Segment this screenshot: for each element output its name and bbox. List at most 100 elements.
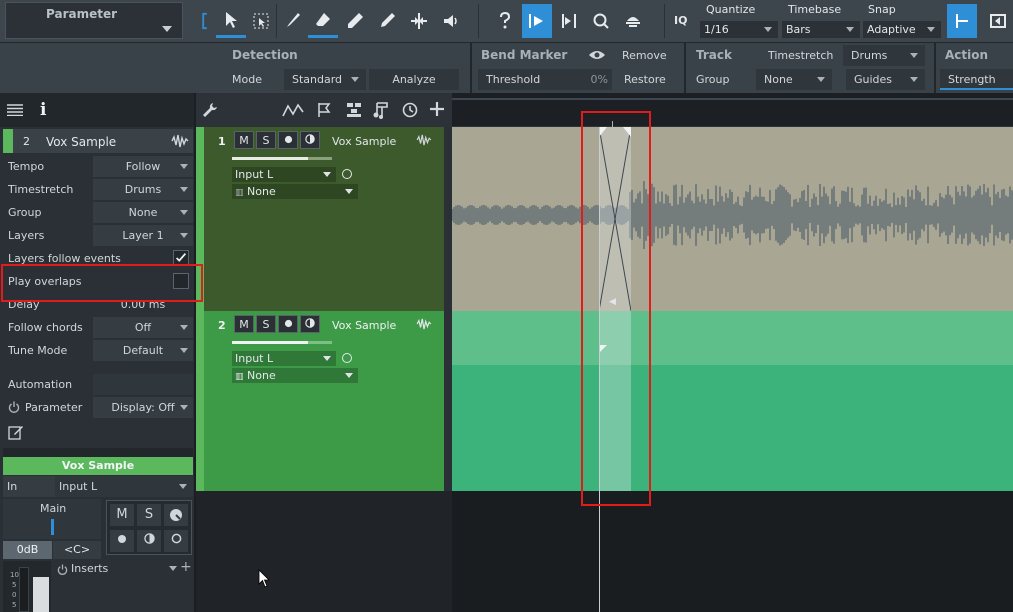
power-icon[interactable] (8, 401, 20, 413)
arranger-icon[interactable] (346, 102, 362, 118)
channel-input-select[interactable]: Input L (55, 476, 193, 497)
menu-icon[interactable] (7, 104, 23, 117)
channel-record-button[interactable] (110, 530, 134, 552)
range-tool-button[interactable] (246, 4, 276, 38)
snap-toggle-button[interactable] (947, 4, 977, 38)
track-2-output-select[interactable]: ▥ None (232, 368, 358, 383)
track-1-mute-button[interactable]: M (234, 131, 254, 149)
track-1-volume-bar[interactable] (232, 157, 332, 160)
tune-mode-select[interactable]: Default (93, 340, 193, 361)
listen-tool-button[interactable] (436, 4, 466, 38)
eraser-tool-button[interactable] (308, 4, 338, 38)
zoom-button[interactable] (586, 4, 616, 38)
bend-marker-tool-button[interactable] (404, 4, 434, 38)
track-2-lane[interactable] (451, 311, 1013, 491)
output-main[interactable]: Main (3, 499, 101, 539)
follow-chords-select[interactable]: Off (93, 317, 193, 338)
timebase-value: Bars (786, 23, 811, 36)
track-2-solo-button[interactable]: S (256, 315, 276, 333)
tempo-select[interactable]: Follow (93, 156, 193, 177)
inserts-chevron-icon[interactable] (169, 566, 177, 571)
strength-field[interactable]: Strength (940, 69, 1013, 90)
track-1-lane[interactable] (451, 127, 1013, 311)
quantize-select[interactable]: 1/16 (700, 21, 778, 38)
channel-solo-button[interactable]: S (137, 504, 161, 526)
bend-tool-button[interactable] (372, 4, 402, 38)
track-1-solo-button[interactable]: S (256, 131, 276, 149)
arrow-tool-button[interactable] (216, 4, 246, 38)
info-icon[interactable]: i (40, 100, 46, 120)
track-1-input-select[interactable]: Input L (232, 167, 336, 182)
restore-button[interactable]: Restore (624, 73, 666, 86)
automation-field[interactable] (93, 374, 193, 395)
hat-icon (626, 17, 640, 27)
timestretch-row-select[interactable]: Drums (93, 179, 193, 200)
inspector-header: i (0, 93, 194, 127)
edit-notes-icon[interactable] (8, 424, 24, 440)
snap-select[interactable]: Adaptive (863, 21, 941, 38)
track-1-header[interactable]: 1 M S Vox Sample Input L ▥ None (204, 127, 444, 311)
transient-button[interactable] (554, 4, 584, 38)
track-1-monitor-ring-icon[interactable] (342, 169, 352, 179)
track-2-input-select[interactable]: Input L (232, 351, 336, 366)
timebase-label: Timebase (788, 3, 842, 16)
wrench-icon[interactable] (202, 102, 218, 118)
layers-select[interactable]: Layer 1 (93, 225, 193, 246)
timestretch-select[interactable]: Drums (843, 45, 925, 66)
automation-display-select[interactable]: Display: Off (93, 397, 193, 418)
chord-track-icon[interactable] (372, 101, 390, 119)
layers-row: Layers Layer 1 (3, 224, 193, 247)
automation-icon[interactable] (282, 102, 304, 118)
channel-monitor-button[interactable] (137, 530, 161, 552)
volume-readout[interactable]: 0dB (3, 541, 52, 559)
pan-readout[interactable]: <C> (53, 541, 101, 559)
inserts-power-icon[interactable] (57, 564, 68, 575)
chevron-down-icon (162, 26, 172, 32)
eye-icon[interactable] (588, 49, 606, 61)
track-1-record-button[interactable] (278, 131, 298, 149)
threshold-slider[interactable]: Threshold 0% (478, 69, 612, 90)
volume-fader-handle[interactable] (33, 577, 49, 612)
timebase-select[interactable]: Bars (782, 21, 860, 38)
channel-input-monitor-button[interactable] (164, 530, 188, 552)
track-2-mute-button[interactable]: M (234, 315, 254, 333)
guides-select[interactable]: Guides (846, 69, 925, 90)
help-button[interactable] (490, 4, 520, 38)
paint-tool-button[interactable] (340, 4, 370, 38)
track-2-record-button[interactable] (278, 315, 298, 333)
marker-flag-icon[interactable] (316, 102, 332, 118)
split-tool-button[interactable] (278, 4, 308, 38)
track-2-volume-bar[interactable] (232, 341, 332, 344)
empty-arrange-area[interactable] (452, 491, 1013, 612)
autoscroll-button[interactable] (522, 4, 552, 38)
mode-select[interactable]: Standard (284, 69, 366, 90)
track-inspector: i 2 Vox Sample Tempo Follow Timestretch … (0, 93, 196, 612)
parameter-selector[interactable]: Parameter (5, 2, 183, 39)
tempo-clock-icon[interactable] (402, 102, 418, 118)
tempo-label: Tempo (8, 160, 45, 173)
group-select[interactable]: None (756, 69, 832, 90)
snap-mode-icon (990, 14, 1006, 28)
inserts-add-icon[interactable]: + (180, 559, 192, 575)
add-track-icon[interactable] (428, 100, 446, 118)
channel-input-value: Input L (59, 480, 98, 493)
parameter-label: Parameter (46, 7, 118, 21)
output-fader-handle[interactable] (51, 519, 54, 535)
track-2-monitor-ring-icon[interactable] (342, 353, 352, 363)
metronome-button[interactable] (618, 4, 648, 38)
output-main-label: Main (40, 502, 67, 515)
snap-mode-button[interactable] (983, 4, 1013, 38)
snap-label: Snap (868, 3, 896, 16)
timeline-ruler[interactable] (452, 93, 1013, 127)
channel-mute-button[interactable]: M (110, 504, 134, 526)
track-1-monitor-button[interactable] (300, 131, 320, 149)
analyze-button[interactable]: Analyze (369, 69, 459, 90)
monitor-icon (305, 318, 315, 328)
track-2-monitor-button[interactable] (300, 315, 320, 333)
channel-monitor-knob[interactable] (164, 504, 188, 526)
track-2-header[interactable]: 2 M S Vox Sample Input L ▥ None (204, 311, 444, 491)
group-row-select[interactable]: None (93, 202, 193, 223)
track-1-output-select[interactable]: ▥ None (232, 184, 358, 199)
track-1-waveform (451, 180, 1013, 250)
remove-button[interactable]: Remove (622, 49, 667, 62)
